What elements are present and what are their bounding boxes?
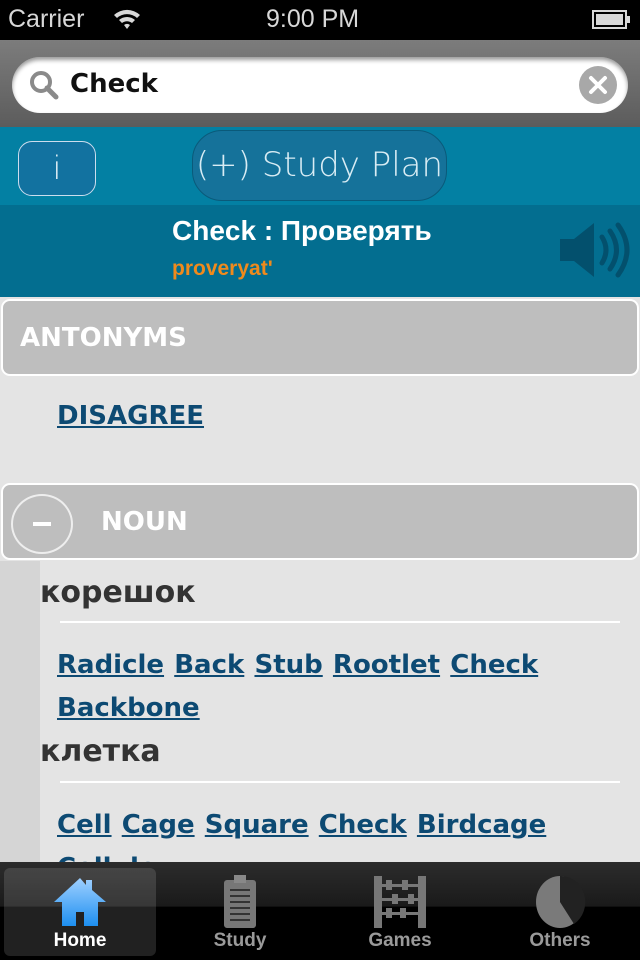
battery-icon xyxy=(592,10,630,29)
synonym-link[interactable]: Backbone xyxy=(57,693,200,723)
antonyms-title: ANTONYMS xyxy=(20,323,187,353)
study-plan-button[interactable]: (+) Study Plan xyxy=(192,130,447,201)
antonyms-header[interactable]: ANTONYMS xyxy=(1,299,639,376)
synonym-link[interactable]: Cell xyxy=(57,810,112,840)
synonym-link[interactable]: Cage xyxy=(122,810,195,840)
synonym-list: Radicle Back Stub Rootlet Check Backbone xyxy=(57,645,627,731)
close-icon xyxy=(589,76,607,94)
noun-title: NOUN xyxy=(101,507,188,537)
word-title: Check : Проверять xyxy=(172,215,432,246)
synonym-link[interactable]: Radicle xyxy=(57,650,164,680)
collapse-button[interactable] xyxy=(11,494,73,554)
transliteration: proveryat' xyxy=(172,257,273,280)
speaker-icon[interactable] xyxy=(558,219,634,281)
clock: 9:00 PM xyxy=(266,5,360,33)
clipboard-icon xyxy=(224,875,256,928)
tab-home[interactable]: Home xyxy=(4,868,156,956)
tab-games[interactable]: Games xyxy=(324,868,476,956)
divider xyxy=(60,621,620,623)
clear-search-button[interactable] xyxy=(579,66,617,104)
status-bar: Carrier 9:00 PM xyxy=(0,0,640,40)
minus-icon xyxy=(33,522,51,526)
home-icon xyxy=(54,878,106,926)
search-icon xyxy=(30,71,59,100)
tab-others[interactable]: Others xyxy=(484,868,636,956)
pie-icon xyxy=(536,875,586,928)
synonym-link[interactable]: Check xyxy=(319,810,407,840)
indent-strip xyxy=(0,561,40,862)
synonym-link[interactable]: Back xyxy=(174,650,244,680)
synonym-link[interactable]: Stub xyxy=(254,650,322,680)
word-header: Check : Проверять proveryat' xyxy=(0,205,640,297)
tab-bar: Home Study Games Others xyxy=(0,862,640,960)
russian-word: клетка xyxy=(40,734,161,769)
noun-header[interactable]: NOUN xyxy=(1,483,639,560)
toolbar: i (+) Study Plan xyxy=(0,127,640,205)
tab-label: Games xyxy=(368,930,432,951)
tab-study[interactable]: Study xyxy=(164,868,316,956)
info-button[interactable]: i xyxy=(18,141,96,196)
synonym-link[interactable]: Check xyxy=(450,650,538,680)
tab-label: Others xyxy=(529,930,591,951)
search-bar: Check xyxy=(0,40,640,127)
synonym-link[interactable]: Birdcage xyxy=(417,810,546,840)
search-value: Check xyxy=(70,69,158,99)
search-input[interactable]: Check xyxy=(12,57,628,113)
russian-word: корешок xyxy=(40,575,196,610)
synonym-link[interactable]: Square xyxy=(205,810,309,840)
wifi-icon xyxy=(114,9,140,29)
abacus-icon xyxy=(374,876,426,928)
tab-label: Home xyxy=(53,930,107,951)
tab-label: Study xyxy=(213,930,267,951)
divider xyxy=(60,781,620,783)
synonym-link[interactable]: Rootlet xyxy=(333,650,440,680)
carrier-label: Carrier xyxy=(8,5,85,33)
antonym-link[interactable]: DISAGREE xyxy=(57,401,204,431)
